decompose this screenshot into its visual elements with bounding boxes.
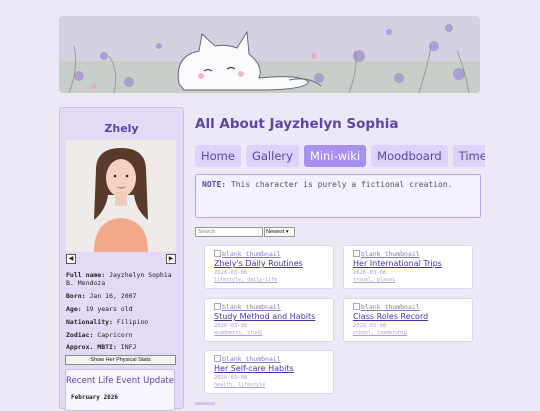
- tab-mini-wiki[interactable]: Mini-wiki: [303, 145, 367, 167]
- tab-gallery[interactable]: Gallery: [245, 145, 299, 167]
- article-title[interactable]: Zhely's Daily Routines: [214, 259, 303, 268]
- note-box: NOTE: This character is purely a fiction…: [195, 174, 481, 218]
- thumbnail-image[interactable]: blank thumbnail: [214, 250, 281, 258]
- article-tags[interactable]: lifestyle, daily-life: [214, 277, 277, 283]
- article-title[interactable]: Study Method and Habits: [214, 312, 315, 321]
- nav-tabs: Home Gallery Mini-wiki Moodboard Time: [195, 145, 485, 167]
- article-date: 2026-03-08: [214, 375, 248, 381]
- article-title[interactable]: Class Roles Record: [353, 312, 428, 321]
- note-label: NOTE:: [202, 180, 227, 189]
- tab-timeline[interactable]: Time: [452, 145, 485, 167]
- article-title[interactable]: Her Self-care Habits: [214, 364, 294, 373]
- sort-select[interactable]: Newest ▾: [264, 227, 295, 237]
- character-portrait: [66, 140, 176, 252]
- portrait-image: [66, 140, 176, 252]
- tab-home[interactable]: Home: [195, 145, 241, 167]
- info-mbti: Approx. MBTI: INFJ: [66, 343, 137, 351]
- article-date: 2026-03-08: [353, 270, 387, 276]
- thumbnail-image[interactable]: blank thumbnail: [353, 303, 420, 311]
- next-image-button[interactable]: ▶: [166, 254, 176, 264]
- article-date: 2026-03-08: [214, 323, 248, 329]
- info-born: Born: Jan 16, 2007: [66, 292, 137, 300]
- tab-moodboard[interactable]: Moodboard: [371, 145, 448, 167]
- banner-illustration: [59, 16, 480, 93]
- show-physical-stats-button[interactable]: Show Her Physical Stats: [65, 355, 176, 365]
- search-input[interactable]: Search: [195, 227, 263, 237]
- info-nationality: Nationality: Filipino: [66, 318, 149, 326]
- thumbnail-image[interactable]: blank thumbnail: [214, 303, 281, 311]
- article-date: 2026-03-08: [353, 323, 387, 329]
- page-title: All About Jayzhelyn Sophia: [195, 116, 399, 132]
- info-age: Age: 19 years old: [66, 305, 133, 313]
- article-card[interactable]: blank thumbnail Class Roles Record 2026-…: [343, 298, 473, 342]
- article-date: 2026-03-08: [214, 270, 248, 276]
- article-card[interactable]: blank thumbnail Study Method and Habits …: [204, 298, 334, 342]
- sidebar-title: Zhely: [104, 122, 139, 135]
- life-event-date: February 2026: [71, 394, 118, 401]
- thumbnail-image[interactable]: blank thumbnail: [214, 355, 281, 363]
- info-full-name: Full name: Jayzhelyn Sophia B. Mendoza: [66, 271, 172, 287]
- article-card[interactable]: blank thumbnail Zhely's Daily Routines 2…: [204, 245, 334, 289]
- article-card[interactable]: blank thumbnail Her Self-care Habits 202…: [204, 350, 334, 394]
- article-tags[interactable]: academics, study: [214, 330, 262, 336]
- article-tags[interactable]: health, lifestyle: [214, 382, 265, 388]
- life-event-title: Recent Life Event Update: [66, 376, 174, 386]
- article-card[interactable]: blank thumbnail Her International Trips …: [343, 245, 473, 289]
- article-tags[interactable]: travel, places: [353, 277, 395, 283]
- article-tags[interactable]: school, leadership: [353, 330, 407, 336]
- info-zodiac: Zodiac: Capricorn: [66, 331, 133, 339]
- thumbnail-image[interactable]: blank thumbnail: [353, 250, 420, 258]
- article-title[interactable]: Her International Trips: [353, 259, 442, 268]
- prev-image-button[interactable]: ◀: [66, 254, 76, 264]
- header-banner: [59, 16, 480, 93]
- note-text: This character is purely a fictional cre…: [230, 180, 453, 189]
